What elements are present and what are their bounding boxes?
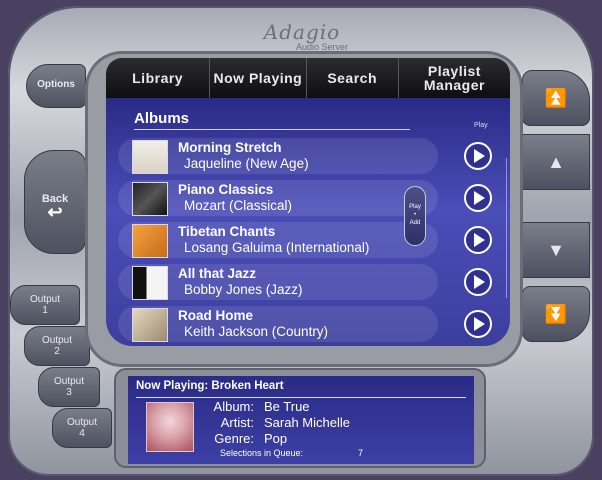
play-icon: [474, 191, 485, 205]
genre-label: Genre:: [214, 431, 254, 446]
play-icon: [474, 233, 485, 247]
output-4-label: Output: [66, 417, 98, 428]
brand-logo: Adagio Audio Server: [232, 22, 372, 56]
brand-name: Adagio: [263, 20, 341, 44]
tab-bar: Library Now Playing Search Playlist Mana…: [106, 58, 510, 98]
chevron-down-icon: ▼: [547, 239, 565, 260]
output-1-label: Output: [29, 294, 61, 305]
queue-count: 7: [358, 448, 364, 458]
album-value: Be True: [264, 399, 310, 414]
album-artist: Jaqueline (New Age): [184, 156, 309, 171]
play-icon: [474, 317, 485, 331]
album-label: Album:: [213, 399, 254, 414]
album-title: Morning Stretch: [178, 140, 282, 155]
options-label: Options: [37, 79, 75, 90]
scroll-bottom-button[interactable]: ⏬: [522, 286, 590, 342]
album-thumbnail: [132, 308, 168, 342]
back-arrow-icon: ↩: [47, 202, 63, 222]
album-title: Piano Classics: [178, 182, 274, 197]
album-title: All that Jazz: [178, 266, 257, 281]
scroll-top-button[interactable]: ⏫: [522, 70, 590, 126]
output-1-button[interactable]: Output 1: [10, 285, 80, 325]
scroll-up-button[interactable]: ▲: [522, 134, 590, 190]
now-playing-title: Now Playing: Broken Heart: [136, 380, 284, 392]
tab-now-playing[interactable]: Now Playing: [210, 58, 307, 98]
tab-playlist-manager[interactable]: Playlist Manager: [399, 58, 510, 98]
album-title: Tibetan Chants: [178, 224, 276, 239]
output-2-number: 2: [54, 346, 60, 357]
play-add-bottom-label: Add: [409, 220, 421, 226]
output-4-number: 4: [79, 428, 85, 439]
now-playing-divider: [136, 397, 466, 398]
section-title: Albums: [134, 110, 190, 127]
artist-label: Artist:: [220, 415, 254, 430]
album-artist: Keith Jackson (Country): [184, 324, 329, 339]
play-add-toggle[interactable]: Play • Add: [404, 186, 426, 246]
play-button[interactable]: [464, 142, 492, 170]
play-icon: [474, 149, 485, 163]
play-button[interactable]: [464, 268, 492, 296]
play-icon: [474, 275, 485, 289]
output-3-label: Output: [53, 376, 85, 387]
chevron-up-icon: ▲: [547, 151, 565, 172]
list-item[interactable]: All that Jazz Bobby Jones (Jazz): [118, 264, 438, 300]
double-chevron-up-icon: ⏫: [544, 87, 568, 108]
list-item[interactable]: Morning Stretch Jaqueline (New Age): [118, 138, 438, 174]
list-item[interactable]: Tibetan Chants Losang Galuima (Internati…: [118, 222, 438, 258]
section-divider: [134, 129, 410, 130]
play-add-bracket: [506, 158, 507, 298]
now-playing-panel: Now Playing: Broken Heart Album: Be True…: [128, 376, 474, 464]
queue-label: Selections in Queue:: [220, 448, 304, 458]
artist-value: Sarah Michelle: [264, 415, 350, 430]
genre-value: Pop: [264, 431, 288, 446]
album-artist: Mozart (Classical): [184, 198, 293, 213]
album-list: Albums Play Morning Stretch Jaqueline (N…: [106, 98, 510, 346]
output-3-number: 3: [66, 387, 72, 398]
output-1-number: 1: [42, 305, 48, 316]
play-add-dot: •: [413, 212, 417, 218]
list-item[interactable]: Piano Classics Mozart (Classical): [118, 180, 438, 216]
play-button[interactable]: [464, 184, 492, 212]
album-artist: Bobby Jones (Jazz): [184, 282, 303, 297]
now-playing-cover-art: [146, 402, 194, 452]
list-item[interactable]: Road Home Keith Jackson (Country): [118, 306, 438, 342]
tab-library[interactable]: Library: [106, 58, 211, 98]
back-button[interactable]: Back ↩: [24, 150, 86, 254]
output-2-button[interactable]: Output 2: [24, 326, 90, 366]
options-button[interactable]: Options: [26, 64, 86, 108]
scroll-down-button[interactable]: ▼: [522, 222, 590, 278]
album-thumbnail: [132, 182, 168, 216]
output-2-label: Output: [41, 335, 73, 346]
double-chevron-down-icon: ⏬: [544, 303, 568, 324]
album-thumbnail: [132, 140, 168, 174]
tab-search[interactable]: Search: [307, 58, 399, 98]
album-thumbnail: [132, 266, 168, 300]
album-title: Road Home: [178, 308, 254, 323]
output-3-button[interactable]: Output 3: [38, 367, 100, 407]
play-button[interactable]: [464, 310, 492, 338]
play-column-header: Play: [474, 122, 488, 129]
play-add-top-label: Play: [409, 204, 421, 210]
play-button[interactable]: [464, 226, 492, 254]
album-artist: Losang Galuima (International): [184, 240, 370, 255]
album-thumbnail: [132, 224, 168, 258]
output-4-button[interactable]: Output 4: [52, 408, 112, 448]
